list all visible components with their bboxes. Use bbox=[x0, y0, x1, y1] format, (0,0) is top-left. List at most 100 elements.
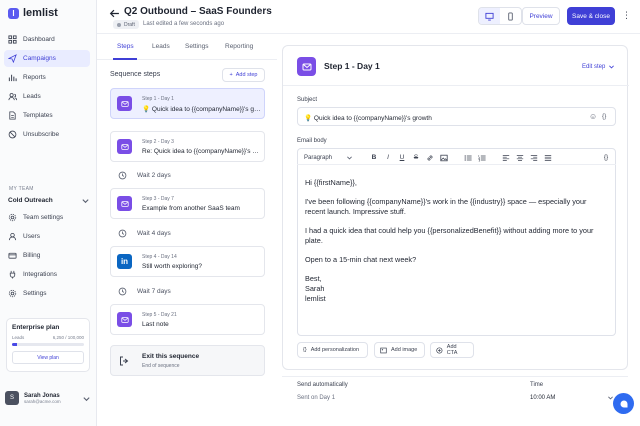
team-selector[interactable]: Cold Outreach bbox=[8, 196, 90, 205]
step-meta: Step 1 - Day 1 bbox=[142, 96, 174, 102]
time-select[interactable]: 10:00 AM bbox=[530, 394, 614, 401]
sidebar-item-integrations[interactable]: Integrations bbox=[4, 266, 90, 283]
link-icon[interactable] bbox=[423, 154, 437, 162]
tab-steps[interactable]: Steps bbox=[117, 43, 134, 50]
chevron-down-icon bbox=[82, 394, 91, 403]
subject-value: 💡 Quick idea to {{companyName}}'s growth bbox=[304, 115, 432, 122]
sidebar-item-campaigns[interactable]: Campaigns bbox=[4, 50, 90, 67]
variable-braces-icon: {} bbox=[303, 347, 307, 353]
step-card-2[interactable]: Step 2 - Day 3 Re: Quick idea to {{compan… bbox=[110, 131, 265, 162]
bullet-list-icon[interactable] bbox=[461, 154, 475, 162]
app-name: lemlist bbox=[23, 7, 58, 19]
sidebar-item-templates[interactable]: Templates bbox=[4, 107, 90, 124]
footer-divider bbox=[282, 376, 628, 377]
sidebar-item-label: Integrations bbox=[23, 271, 57, 278]
chevron-down-icon bbox=[347, 156, 352, 160]
tab-bar: Steps Leads Settings Reporting bbox=[97, 34, 277, 60]
plus-icon: + bbox=[229, 72, 233, 78]
underline-icon[interactable]: U bbox=[395, 154, 409, 161]
wait-step-3[interactable]: Wait 7 days bbox=[118, 287, 171, 296]
align-justify-icon[interactable] bbox=[541, 154, 555, 162]
sidebar-item-users[interactable]: Users bbox=[4, 228, 90, 245]
email-paragraph: I had a quick idea that could help you {… bbox=[305, 226, 594, 245]
numbered-list-icon[interactable] bbox=[475, 154, 489, 162]
sidebar-item-billing[interactable]: Billing bbox=[4, 247, 90, 264]
plan-progress-bar bbox=[12, 343, 84, 346]
add-step-button[interactable]: + Add step bbox=[222, 68, 265, 82]
email-step-icon bbox=[297, 57, 316, 76]
add-personalization-label: Add personalization bbox=[310, 347, 359, 353]
step-meta: Step 5 - Day 21 bbox=[142, 312, 177, 318]
sidebar-item-team-settings[interactable]: Team settings bbox=[4, 209, 90, 226]
wait-step-1[interactable]: Wait 2 days bbox=[118, 171, 171, 180]
status-dot-icon bbox=[117, 22, 121, 27]
editor-step-title: Step 1 - Day 1 bbox=[324, 61, 380, 71]
add-image-label: Add image bbox=[391, 347, 418, 353]
send-day-value: Sent on Day 1 bbox=[297, 395, 336, 401]
add-personalization-button[interactable]: {} Add personalization bbox=[297, 342, 368, 358]
wait-label: Wait 7 days bbox=[137, 288, 171, 295]
paragraph-select-value: Paragraph bbox=[304, 154, 333, 161]
view-plan-button[interactable]: View plan bbox=[12, 351, 84, 364]
variable-braces-icon[interactable]: {} bbox=[602, 113, 606, 120]
exit-subtitle: End of sequence bbox=[142, 363, 180, 369]
variable-braces-icon[interactable]: {} bbox=[599, 154, 613, 161]
sidebar-item-settings[interactable]: Settings bbox=[4, 285, 90, 302]
chat-support-button[interactable] bbox=[613, 393, 634, 414]
tab-leads[interactable]: Leads bbox=[152, 43, 170, 50]
back-arrow-icon[interactable] bbox=[109, 8, 120, 19]
mobile-view-button[interactable] bbox=[500, 8, 521, 24]
add-image-button[interactable]: Add image bbox=[374, 342, 425, 358]
step-card-3[interactable]: Step 3 - Day 7 Example from another SaaS … bbox=[110, 188, 265, 219]
save-close-button[interactable]: Save & close bbox=[567, 7, 615, 25]
sidebar-item-label: Leads bbox=[23, 93, 41, 100]
plan-card: Enterprise plan Leads 6,250 / 100,000 Vi… bbox=[6, 318, 90, 372]
sidebar-item-unsubscribe[interactable]: Unsubscribe bbox=[4, 126, 90, 143]
align-left-icon[interactable] bbox=[499, 154, 513, 162]
step-card-4[interactable]: in Step 4 - Day 14 Still worth exploring? bbox=[110, 246, 265, 277]
step-card-5[interactable]: Step 5 - Day 21 Last note bbox=[110, 304, 265, 335]
step-card-1[interactable]: Step 1 - Day 1 💡 Quick idea to {{companyN… bbox=[110, 88, 265, 119]
tab-reporting[interactable]: Reporting bbox=[225, 43, 253, 50]
more-options-icon[interactable]: ⋮ bbox=[622, 10, 631, 21]
logo[interactable]: l lemlist bbox=[8, 7, 58, 19]
plug-icon bbox=[8, 270, 17, 279]
emoji-icon[interactable]: ☺ bbox=[589, 112, 597, 121]
user-icon bbox=[8, 232, 17, 241]
bold-icon[interactable]: B bbox=[367, 154, 381, 161]
sidebar-item-reports[interactable]: Reports bbox=[4, 69, 90, 86]
user-menu[interactable]: S Sarah Jonas sarah@acme.com bbox=[5, 391, 91, 405]
tab-settings[interactable]: Settings bbox=[185, 43, 209, 50]
mail-icon bbox=[117, 96, 132, 111]
wait-step-2[interactable]: Wait 4 days bbox=[118, 229, 171, 238]
align-right-icon[interactable] bbox=[527, 154, 541, 162]
wait-label: Wait 4 days bbox=[137, 230, 171, 237]
strikethrough-icon[interactable]: S bbox=[409, 154, 423, 161]
add-cta-button[interactable]: Add CTA bbox=[430, 342, 474, 358]
exit-sequence-card[interactable]: Exit this sequence End of sequence bbox=[110, 345, 265, 376]
align-center-icon[interactable] bbox=[513, 154, 527, 162]
time-value: 10:00 AM bbox=[530, 394, 556, 401]
mobile-icon bbox=[508, 11, 513, 21]
sidebar-item-leads[interactable]: Leads bbox=[4, 88, 90, 105]
sidebar-item-label: Unsubscribe bbox=[23, 131, 60, 138]
desktop-view-button[interactable] bbox=[479, 8, 500, 24]
preview-button[interactable]: Preview bbox=[522, 7, 560, 25]
header: Q2 Outbound – SaaS Founders Draft Last e… bbox=[97, 0, 640, 34]
add-step-label: Add step bbox=[235, 72, 258, 78]
sidebar-item-label: Users bbox=[23, 233, 40, 240]
sequence-steps-label: Sequence steps bbox=[110, 71, 161, 78]
image-icon[interactable] bbox=[437, 154, 451, 162]
lemlist-logo-icon: l bbox=[8, 7, 19, 19]
time-label: Time bbox=[530, 382, 544, 388]
subject-input[interactable]: 💡 Quick idea to {{companyName}}'s growth… bbox=[297, 107, 616, 126]
card-icon bbox=[8, 251, 17, 260]
linkedin-icon: in bbox=[117, 254, 132, 269]
status-badge-label: Draft bbox=[124, 21, 135, 28]
italic-icon[interactable]: I bbox=[381, 154, 395, 161]
plan-leads-value: 6,250 / 100,000 bbox=[52, 335, 84, 340]
email-body-text[interactable]: Hi {{firstName}}, I've been following {{c… bbox=[305, 178, 595, 313]
edit-step-button[interactable]: Edit step bbox=[582, 63, 615, 70]
paragraph-select[interactable]: Paragraph bbox=[297, 154, 359, 161]
sidebar-item-dashboard[interactable]: Dashboard bbox=[4, 31, 90, 48]
